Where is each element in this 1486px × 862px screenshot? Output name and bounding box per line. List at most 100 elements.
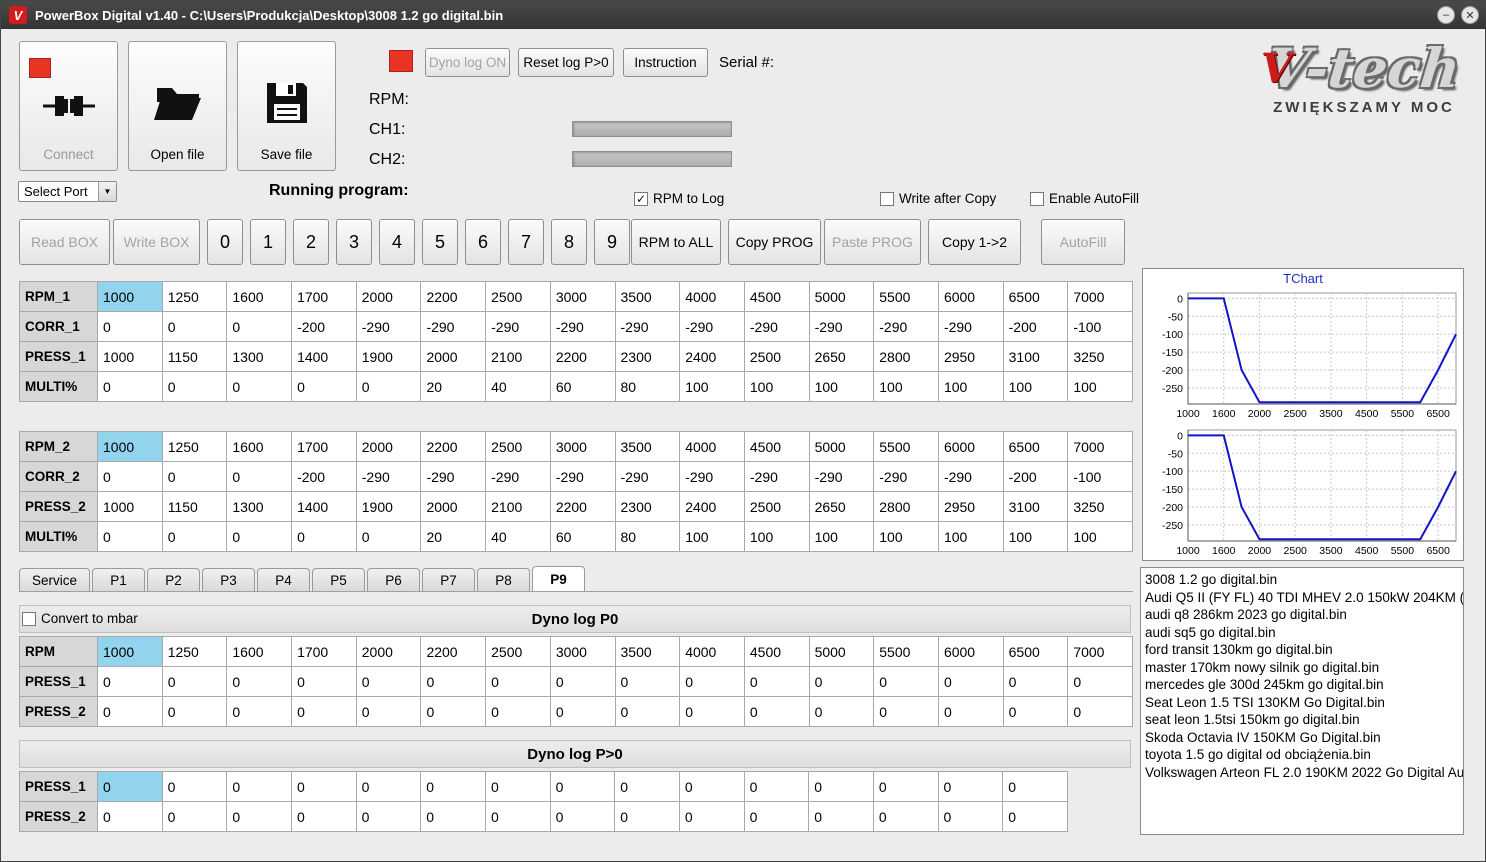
table-cell[interactable]: 100: [1002, 521, 1069, 552]
digit-button-8[interactable]: 8: [551, 219, 587, 265]
table-cell[interactable]: 0: [549, 771, 616, 802]
table-cell[interactable]: 7000: [1067, 281, 1133, 312]
table-cell[interactable]: 20: [420, 371, 487, 402]
table-cell[interactable]: 0: [226, 371, 293, 402]
instruction-button[interactable]: Instruction: [623, 48, 708, 77]
table-cell[interactable]: 0: [226, 801, 292, 832]
tab-p1[interactable]: P1: [92, 568, 146, 591]
table-cell[interactable]: 2000: [420, 341, 487, 372]
table-cell[interactable]: 0: [678, 771, 745, 802]
rpm-to-log-checkbox[interactable]: ✓ RPM to Log: [634, 191, 724, 206]
table-cell[interactable]: 0: [355, 666, 422, 697]
open-file-button[interactable]: Open file: [128, 41, 227, 171]
table-cell[interactable]: 0: [226, 696, 293, 727]
autofill-button[interactable]: AutoFill: [1041, 219, 1125, 265]
table-cell[interactable]: 0: [355, 696, 422, 727]
table-cell[interactable]: 0: [97, 771, 163, 802]
table-cell[interactable]: 100: [937, 521, 1004, 552]
table-cell[interactable]: 40: [485, 371, 551, 402]
table-cell[interactable]: 5000: [808, 636, 875, 667]
table-cell[interactable]: 2800: [873, 491, 939, 522]
table-cell[interactable]: 4000: [679, 281, 745, 312]
table-cell[interactable]: 0: [743, 801, 810, 832]
table-cell[interactable]: 6000: [937, 281, 1004, 312]
table-cell[interactable]: -290: [420, 311, 487, 342]
table-cell[interactable]: 4500: [743, 281, 810, 312]
table-cell[interactable]: 5000: [808, 431, 875, 462]
table-cell[interactable]: 0: [290, 771, 357, 802]
table-cell[interactable]: 3500: [614, 431, 681, 462]
table-cell[interactable]: 1400: [291, 491, 357, 522]
table-cell[interactable]: 2200: [549, 491, 616, 522]
table-cell[interactable]: 2650: [808, 491, 875, 522]
minimize-button[interactable]: –: [1437, 6, 1455, 24]
table-cell[interactable]: 0: [873, 666, 939, 697]
table-cell[interactable]: 0: [614, 666, 681, 697]
table-cell[interactable]: -290: [420, 461, 487, 492]
table-cell[interactable]: 7000: [1067, 431, 1133, 462]
table-cell[interactable]: 0: [355, 771, 422, 802]
tab-p8[interactable]: P8: [477, 568, 531, 591]
table-cell[interactable]: 100: [873, 521, 939, 552]
table-cell[interactable]: 0: [291, 521, 357, 552]
table-cell[interactable]: 2300: [614, 341, 681, 372]
table-cell[interactable]: 1400: [291, 341, 357, 372]
write-box-button[interactable]: Write BOX: [113, 219, 200, 265]
table-cell[interactable]: 1300: [226, 491, 293, 522]
table-cell[interactable]: 3500: [614, 281, 681, 312]
table-cell[interactable]: 0: [161, 311, 228, 342]
digit-button-9[interactable]: 9: [594, 219, 630, 265]
table-cell[interactable]: 60: [549, 371, 616, 402]
table-cell[interactable]: 3100: [1002, 491, 1069, 522]
table-cell[interactable]: -290: [549, 311, 616, 342]
table-cell[interactable]: -290: [743, 461, 810, 492]
table-cell[interactable]: 0: [873, 696, 939, 727]
file-list-item[interactable]: mercedes gle 300d 245km go digital.bin: [1145, 676, 1459, 694]
write-after-copy-checkbox[interactable]: Write after Copy: [880, 191, 996, 206]
table-cell[interactable]: -290: [485, 311, 551, 342]
table-cell[interactable]: 100: [679, 521, 745, 552]
table-cell[interactable]: -290: [614, 311, 681, 342]
table-cell[interactable]: 1000: [97, 431, 163, 462]
read-box-button[interactable]: Read BOX: [19, 219, 110, 265]
table-cell[interactable]: 0: [872, 771, 939, 802]
table-cell[interactable]: -290: [614, 461, 681, 492]
table-cell[interactable]: 0: [808, 666, 875, 697]
table-cell[interactable]: 1150: [161, 341, 228, 372]
file-list-item[interactable]: audi q8 286km 2023 go digital.bin: [1145, 606, 1459, 624]
table-cell[interactable]: -290: [873, 311, 939, 342]
table-cell[interactable]: -290: [873, 461, 939, 492]
table-cell[interactable]: 3100: [1002, 341, 1069, 372]
table-cell[interactable]: 4000: [679, 636, 745, 667]
table-cell[interactable]: 0: [97, 311, 163, 342]
table-cell[interactable]: 0: [97, 371, 163, 402]
table-cell[interactable]: 0: [679, 696, 745, 727]
digit-button-2[interactable]: 2: [293, 219, 329, 265]
table-cell[interactable]: 2200: [549, 341, 616, 372]
file-list-item[interactable]: master 170km nowy silnik go digital.bin: [1145, 659, 1459, 677]
table-cell[interactable]: 3500: [614, 636, 681, 667]
table-cell[interactable]: 6500: [1002, 636, 1069, 667]
file-list-item[interactable]: Seat Leon 1.5 TSI 130KM Go Digital.bin: [1145, 694, 1459, 712]
table-cell[interactable]: 1600: [226, 431, 293, 462]
table-cell[interactable]: -290: [679, 461, 745, 492]
table-cell[interactable]: 100: [1067, 521, 1133, 552]
table-cell[interactable]: 2000: [355, 281, 422, 312]
save-file-button[interactable]: Save file: [237, 41, 336, 171]
table-cell[interactable]: 0: [161, 521, 228, 552]
table-cell[interactable]: 0: [808, 771, 874, 802]
connect-button[interactable]: Connect: [19, 41, 118, 171]
digit-button-1[interactable]: 1: [250, 219, 286, 265]
table-cell[interactable]: 0: [614, 771, 680, 802]
file-list-item[interactable]: audi sq5 go digital.bin: [1145, 624, 1459, 642]
table-cell[interactable]: 0: [161, 371, 228, 402]
table-cell[interactable]: 5500: [873, 431, 939, 462]
table-cell[interactable]: 100: [873, 371, 939, 402]
table-cell[interactable]: 1300: [226, 341, 293, 372]
digit-button-4[interactable]: 4: [379, 219, 415, 265]
digit-button-0[interactable]: 0: [207, 219, 243, 265]
table-cell[interactable]: 3000: [549, 636, 616, 667]
paste-prog-button[interactable]: Paste PROG: [824, 219, 921, 265]
table-cell[interactable]: 0: [743, 696, 810, 727]
file-list-item[interactable]: 3008 1.2 go digital.bin: [1145, 571, 1459, 589]
